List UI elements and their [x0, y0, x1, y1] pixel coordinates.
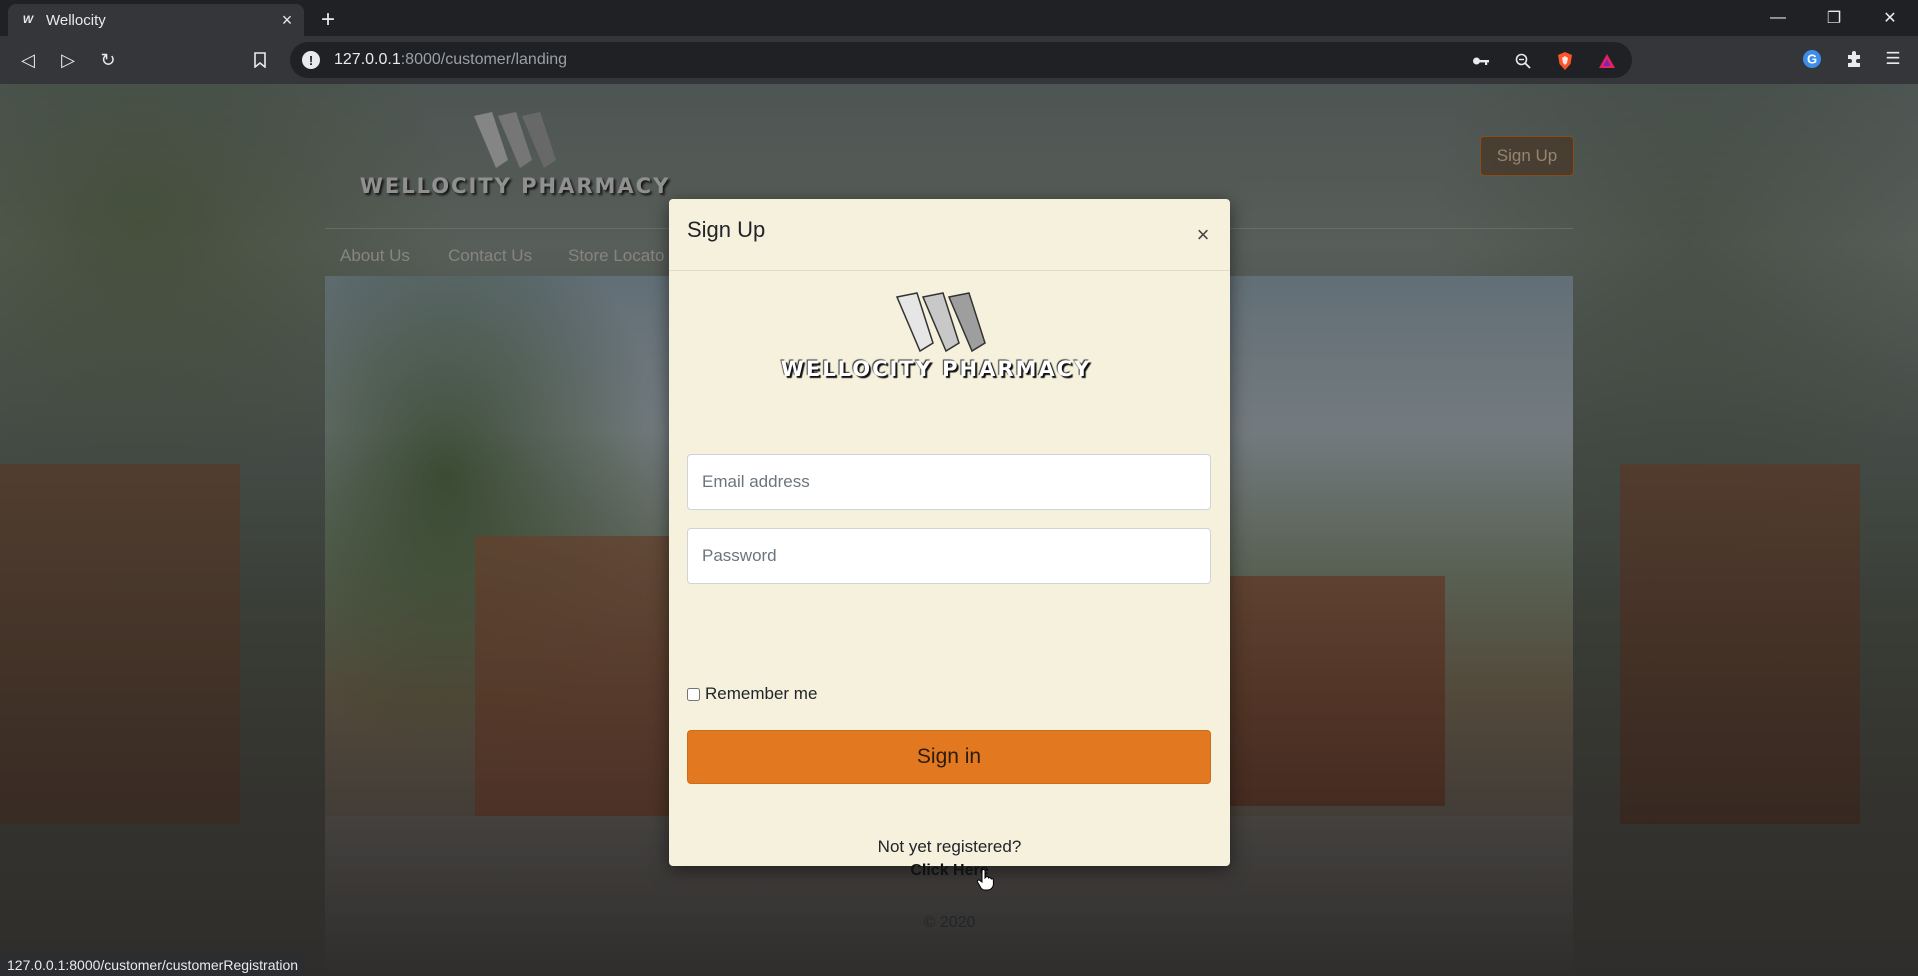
key-icon[interactable] [1470, 50, 1492, 72]
grammarly-icon[interactable]: G [1801, 48, 1823, 70]
minimize-icon[interactable]: — [1758, 4, 1798, 32]
back-icon[interactable]: ◁ [14, 46, 42, 74]
modal-title: Sign Up [687, 217, 766, 242]
wellocity-logo-icon [895, 292, 986, 353]
close-icon[interactable]: × [1191, 222, 1215, 247]
modal-brand-text: WELLOCITY PHARMACY [780, 357, 1092, 381]
browser-tab[interactable]: W Wellocity × [8, 4, 304, 36]
new-tab-icon[interactable]: + [314, 6, 342, 34]
hand-cursor-icon [976, 869, 994, 891]
reload-icon[interactable]: ↻ [94, 46, 122, 74]
forward-icon[interactable]: ▷ [54, 46, 82, 74]
page-viewport: WELLOCITY PHARMACY Sign Up About Us Cont… [0, 84, 1918, 976]
close-tab-icon[interactable]: × [276, 9, 298, 31]
menu-icon[interactable]: ☰ [1882, 48, 1904, 70]
close-window-icon[interactable]: ✕ [1870, 4, 1910, 32]
browser-toolbar: ◁ ▷ ↻ ! 127.0.0.1:8000/customer/landing … [0, 36, 1918, 84]
email-field[interactable] [687, 454, 1211, 510]
extensions-icon[interactable] [1843, 48, 1865, 70]
click-here-link[interactable]: Click Here [669, 862, 1230, 880]
bookmark-icon[interactable] [246, 46, 274, 74]
signin-button[interactable]: Sign in [687, 730, 1211, 784]
site-info-icon[interactable]: ! [302, 51, 320, 69]
modal-header: Sign Up × [669, 199, 1230, 271]
signup-modal: Sign Up × WELLOCITY PHARMACY Remember me… [669, 199, 1230, 931]
zoom-icon[interactable] [1512, 50, 1534, 72]
brave-shield-icon[interactable] [1554, 50, 1576, 72]
status-bar: 127.0.0.1:8000/customer/customerRegistra… [0, 953, 306, 976]
tab-bar: W Wellocity × + — ❐ ✕ [0, 0, 1918, 36]
password-field[interactable] [687, 528, 1211, 584]
wellocity-favicon-icon: W [22, 14, 34, 26]
remember-me[interactable]: Remember me [687, 684, 817, 704]
restore-icon[interactable]: ❐ [1814, 4, 1854, 32]
copyright-text: © 2020 [923, 914, 976, 931]
url-text: 127.0.0.1:8000/customer/landing [334, 51, 568, 68]
not-registered-text: Not yet registered? [877, 837, 1022, 856]
modal-logo: WELLOCITY PHARMACY [771, 291, 1101, 391]
remember-me-label: Remember me [705, 684, 818, 703]
address-bar[interactable]: ! 127.0.0.1:8000/customer/landing [290, 42, 1632, 78]
brave-rewards-icon[interactable] [1596, 50, 1618, 72]
svg-text:G: G [1807, 52, 1817, 67]
remember-me-checkbox[interactable] [687, 687, 700, 701]
tab-title: Wellocity [46, 11, 106, 29]
